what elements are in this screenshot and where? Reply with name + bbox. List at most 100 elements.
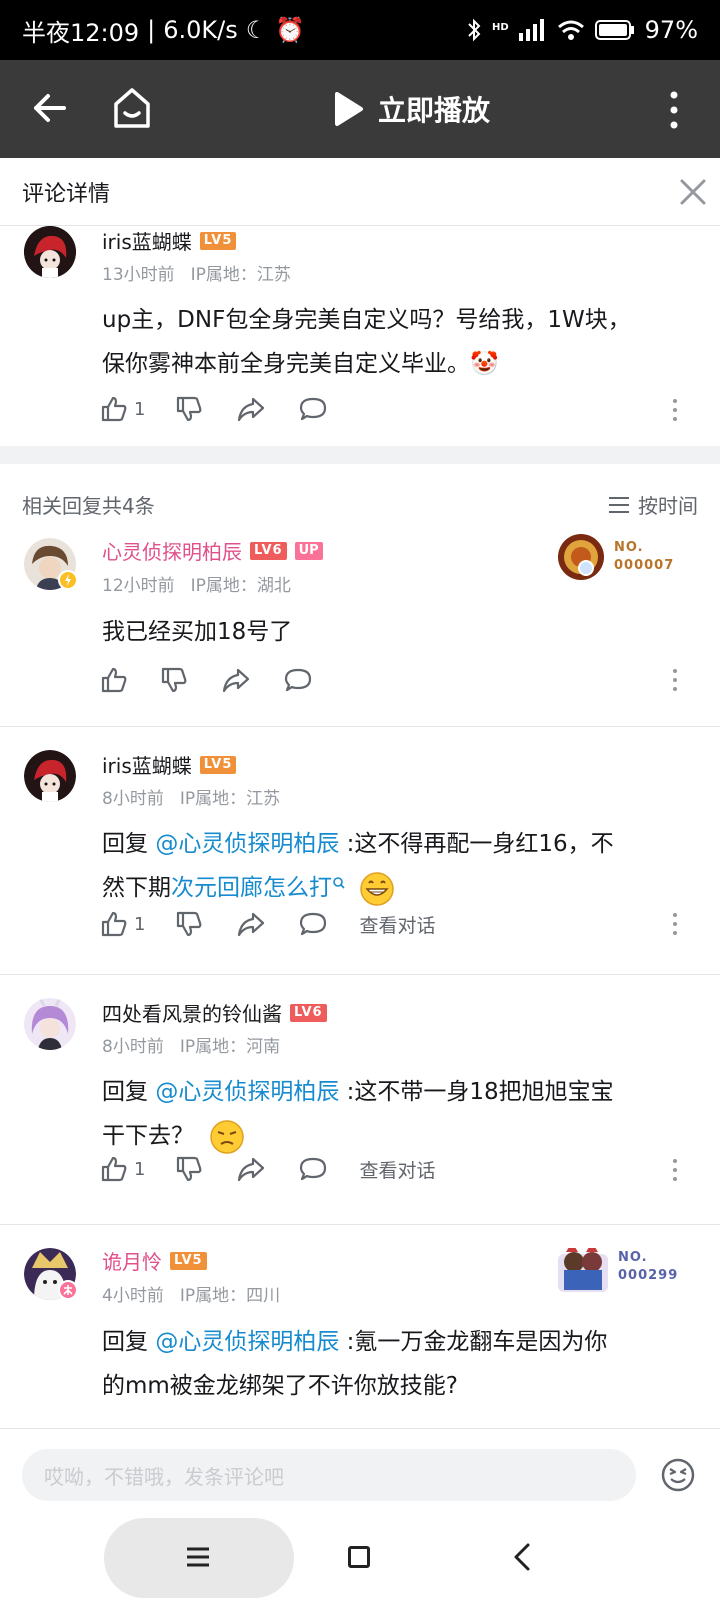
comment-meta: 8小时前 IP属地：江苏 <box>102 784 280 809</box>
back-arrow-icon[interactable] <box>30 88 70 128</box>
menu-key-icon[interactable] <box>186 1546 210 1568</box>
wifi-icon <box>557 20 584 40</box>
share-icon[interactable] <box>222 666 250 694</box>
more-options-icon[interactable] <box>672 912 678 936</box>
comment-actions: 1 查看对话 <box>100 1153 700 1185</box>
close-icon[interactable] <box>679 178 707 206</box>
comment-text-line: 保你雾神本前全身完美自定义毕业。🤡 <box>102 351 499 377</box>
share-icon[interactable] <box>237 1155 265 1183</box>
share-icon[interactable] <box>237 910 265 938</box>
status-time: 半夜12:09 <box>22 18 140 47</box>
avatar[interactable] <box>24 750 76 802</box>
comment-actions: 1 查看对话 <box>100 908 700 940</box>
play-icon <box>335 92 363 126</box>
vip-badge-icon <box>58 1280 78 1300</box>
comment-ip: IP属地：江苏 <box>190 265 291 285</box>
reply-icon[interactable] <box>299 1155 327 1183</box>
search-link[interactable]: 次元回廊怎么打 <box>171 875 332 901</box>
more-options-icon[interactable] <box>672 668 678 692</box>
view-dialog-link[interactable]: 查看对话 <box>359 911 435 938</box>
avatar[interactable] <box>24 998 76 1050</box>
home-icon[interactable] <box>112 86 152 130</box>
reply-prefix: 回复 <box>102 1079 156 1105</box>
avatar[interactable] <box>24 226 76 278</box>
hd-label: HD <box>491 22 509 33</box>
comment-detail-header: 评论详情 <box>0 158 720 226</box>
reply-icon[interactable] <box>284 666 312 694</box>
reply-item: iris蓝蝴蝶 LV5 8小时前 IP属地：江苏 回复 @心灵侦探明柏辰 :这不… <box>0 750 720 960</box>
fan-medal[interactable]: NO. 000299 <box>556 1248 678 1294</box>
alarm-icon: ⏰ <box>275 16 306 44</box>
comment-time: 8小时前 <box>102 1037 164 1057</box>
page-title: 评论详情 <box>22 181 111 207</box>
mention-link[interactable]: @心灵侦探明柏辰 <box>155 1329 339 1355</box>
comment-text: 我已经买加18号了 <box>102 619 293 645</box>
home-key-icon[interactable] <box>348 1546 370 1568</box>
comment-author[interactable]: 四处看风景的铃仙酱 <box>102 998 282 1027</box>
dislike-icon[interactable] <box>175 395 203 423</box>
comment-text-part: :这不带一身18把旭旭宝宝 <box>339 1079 614 1105</box>
comment-input[interactable]: 哎呦，不错哦，发条评论吧 <box>22 1449 636 1501</box>
signal-icon <box>518 19 544 41</box>
mention-link[interactable]: @心灵侦探明柏辰 <box>155 831 339 857</box>
comment-meta: 12小时前 IP属地：湖北 <box>102 571 291 596</box>
fan-medal-icon <box>558 1248 608 1292</box>
like-count: 1 <box>134 913 146 935</box>
video-toolbar: 立即播放 <box>0 60 720 158</box>
comment-text-part: 干下去？ <box>102 1123 194 1149</box>
reply-divider <box>0 726 720 727</box>
more-options-icon[interactable] <box>672 1158 678 1182</box>
reply-icon[interactable] <box>299 395 327 423</box>
sort-button[interactable]: 按时间 <box>608 490 698 519</box>
play-now-button[interactable]: 立即播放 <box>334 89 490 129</box>
reply-divider <box>0 1224 720 1225</box>
medal-no-label: NO. <box>618 1250 648 1265</box>
dislike-icon[interactable] <box>175 1155 203 1183</box>
battery-icon <box>594 20 634 40</box>
medal-number: 000299 <box>618 1268 679 1283</box>
like-icon[interactable] <box>100 666 128 694</box>
comment-author[interactable]: 诡月怜 <box>102 1248 162 1275</box>
share-icon[interactable] <box>237 395 265 423</box>
reply-icon[interactable] <box>299 910 327 938</box>
mention-link[interactable]: @心灵侦探明柏辰 <box>155 1079 339 1105</box>
verified-badge-icon <box>58 570 78 590</box>
comment-text-part: :氪一万金龙翻车是因为你 <box>339 1329 608 1355</box>
status-separator: | <box>147 16 156 44</box>
emoji-icon[interactable] <box>660 1457 696 1493</box>
medal-number: 000007 <box>614 558 675 573</box>
reply-item: 心灵侦探明柏辰 LV6 UP 12小时前 IP属地：湖北 NO. 000007 … <box>0 534 720 708</box>
comment-time: 12小时前 <box>102 576 175 596</box>
comment-text: 回复 @心灵侦探明柏辰 :这不带一身18把旭旭宝宝 干下去？ <box>102 1070 682 1158</box>
comment-author[interactable]: iris蓝蝴蝶 <box>102 750 192 779</box>
related-replies-header: 相关回复共4条 按时间 <box>0 484 720 524</box>
reply-item: 诡月怜 LV5 4小时前 IP属地：四川 NO. 000299 回复 @心灵侦探… <box>0 1248 720 1428</box>
comment-meta: 8小时前 IP属地：河南 <box>102 1032 280 1057</box>
like-icon[interactable] <box>100 395 128 423</box>
fan-medal[interactable]: NO. 000007 <box>556 532 674 582</box>
comment-author[interactable]: 心灵侦探明柏辰 <box>102 536 242 565</box>
up-badge: UP <box>294 541 323 560</box>
comment-time: 8小时前 <box>102 789 164 809</box>
like-icon[interactable] <box>100 910 128 938</box>
system-nav-bar <box>0 1512 720 1600</box>
grin-emoji-icon <box>360 871 395 906</box>
like-icon[interactable] <box>100 1155 128 1183</box>
level-badge: LV5 <box>170 1251 207 1270</box>
search-small-icon <box>333 877 345 889</box>
view-dialog-link[interactable]: 查看对话 <box>359 1156 435 1183</box>
dislike-icon[interactable] <box>175 910 203 938</box>
related-count: 相关回复共4条 <box>22 493 155 518</box>
sort-lines-icon <box>609 496 629 513</box>
comment-meta: 13小时前 IP属地：江苏 <box>102 260 291 285</box>
dislike-icon[interactable] <box>160 666 188 694</box>
bluetooth-icon <box>468 18 481 42</box>
back-key-icon[interactable] <box>510 1542 534 1572</box>
comment-ip: IP属地：河南 <box>179 1037 281 1057</box>
like-count: 1 <box>134 398 146 420</box>
comment-author[interactable]: iris蓝蝴蝶 <box>102 226 192 255</box>
comment-time: 4小时前 <box>102 1286 164 1306</box>
more-options-icon[interactable] <box>672 398 678 422</box>
more-vertical-icon[interactable] <box>666 90 682 130</box>
comment-time: 13小时前 <box>102 265 175 285</box>
